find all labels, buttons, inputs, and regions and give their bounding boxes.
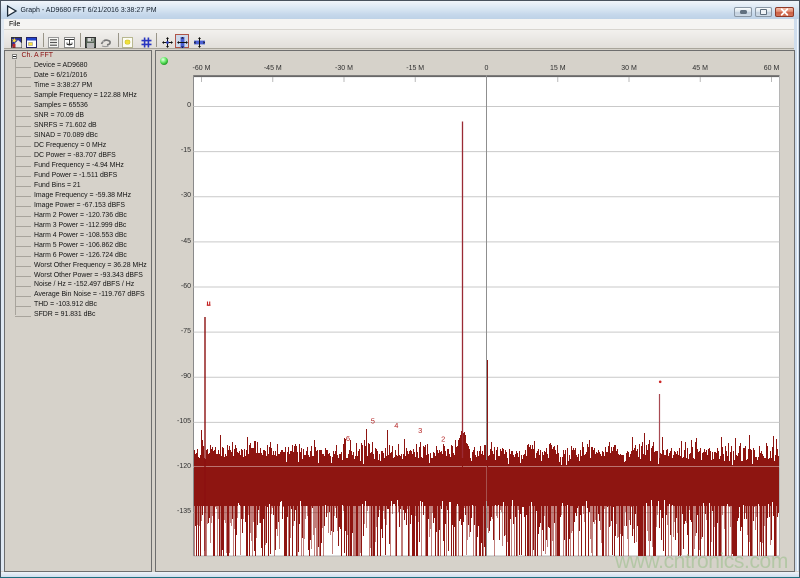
svg-text:4: 4 [394, 421, 398, 430]
svg-text:3: 3 [418, 426, 422, 435]
svg-text:6: 6 [346, 434, 350, 443]
svg-text:2: 2 [441, 435, 445, 444]
svg-text:5: 5 [371, 417, 375, 426]
